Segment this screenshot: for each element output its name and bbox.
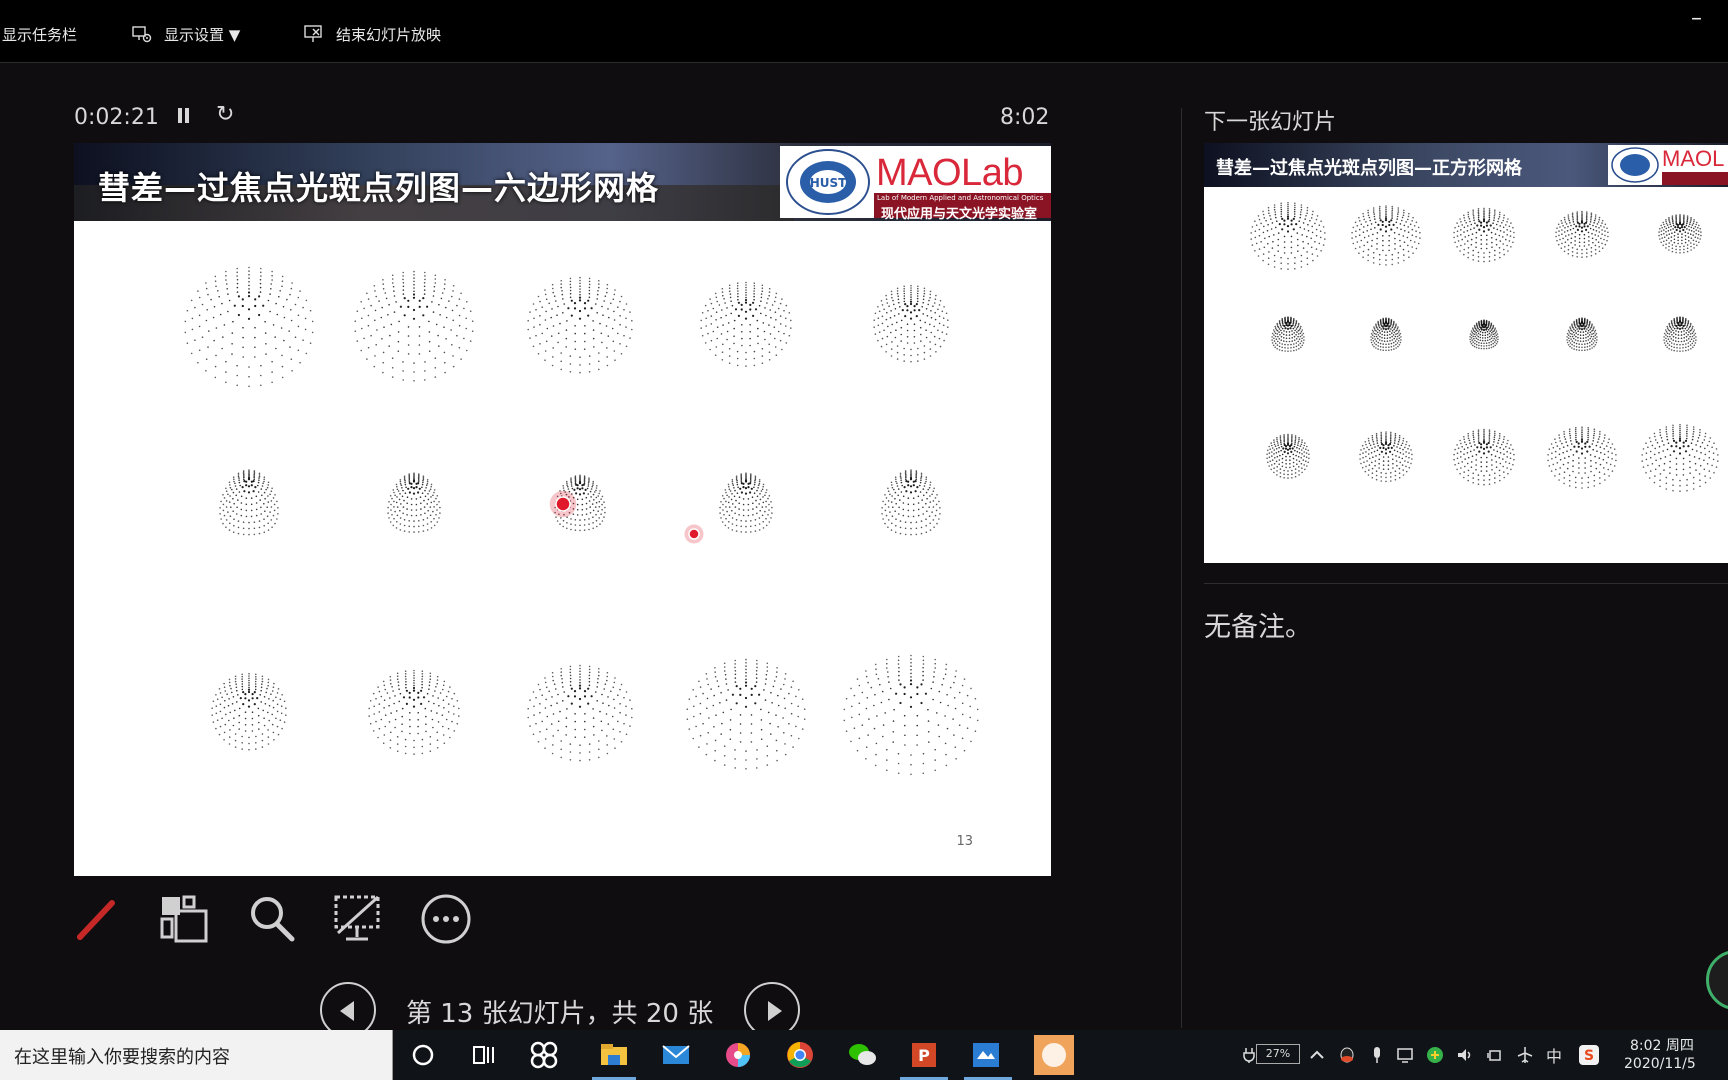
pen-tool-icon[interactable]: [72, 893, 124, 945]
search-placeholder: 在这里输入你要搜索的内容: [14, 1047, 230, 1068]
next-spot-pattern-2-2: [1453, 428, 1515, 486]
show-taskbar-label: 显示任务栏: [2, 25, 78, 44]
spot-pattern-1-3: [719, 472, 773, 533]
laser-pointer-dot: [555, 496, 571, 512]
media-app-icon[interactable]: [1034, 1035, 1074, 1075]
elapsed-timer: 0:02:21: [74, 105, 159, 130]
chrome-icon[interactable]: [784, 1039, 816, 1071]
taskbar-time[interactable]: 8:02 周四: [1630, 1035, 1694, 1055]
next-spot-pattern-0-4: [1658, 214, 1702, 254]
power-plug-icon[interactable]: [1240, 1046, 1258, 1064]
spot-pattern-2-1: [368, 669, 460, 755]
spot-pattern-2-0: [211, 672, 287, 751]
next-spot-pattern-0-2: [1453, 207, 1515, 263]
spot-pattern-0-2: [527, 276, 633, 374]
end-slideshow-label: 结束幻灯片放映: [336, 25, 442, 44]
device-icon[interactable]: [1486, 1046, 1504, 1064]
presenter-toolbar: 显示任务栏 显示设置 ▼ 结束幻灯片放映 –: [0, 0, 1728, 63]
next-slide-preview[interactable]: 彗差—过焦点光斑点列图—正方形网格 MAOL: [1204, 143, 1728, 563]
current-slide[interactable]: 彗差—过焦点光斑点列图—六边形网格 HUST MAOLab Lab of Mod…: [74, 143, 1051, 876]
notes-divider: [1204, 583, 1728, 584]
more-options-icon[interactable]: [420, 893, 472, 945]
task-view-icon[interactable]: [468, 1039, 500, 1071]
pinwheel-app-icon[interactable]: [528, 1039, 560, 1071]
next-spot-pattern-2-3: [1547, 426, 1617, 489]
next-spot-pattern-2-1: [1359, 431, 1413, 483]
speaker-notes: 无备注。: [1204, 612, 1312, 643]
airplane-mode-icon[interactable]: [1516, 1046, 1534, 1064]
minimize-button[interactable]: –: [1691, 6, 1702, 31]
cortana-icon[interactable]: [407, 1039, 439, 1071]
spot-pattern-2-4: [843, 654, 979, 776]
next-spot-pattern-1-2: [1469, 319, 1499, 350]
pause-timer-button[interactable]: [176, 106, 192, 126]
spot-pattern-2-3: [686, 658, 806, 770]
display-settings-label: 显示设置 ▼: [164, 25, 241, 44]
slide-counter: 第 13 张幻灯片，共 20 张: [406, 999, 714, 1029]
slide-page-number: 13: [956, 834, 973, 849]
next-slide-label: 下一张幻灯片: [1204, 110, 1337, 135]
network-app-icon[interactable]: [1426, 1046, 1444, 1064]
next-spot-pattern-2-0: [1266, 433, 1310, 479]
battery-indicator[interactable]: 27%: [1256, 1044, 1300, 1064]
spot-pattern-1-1: [387, 472, 441, 533]
sogou-input-icon[interactable]: S: [1578, 1044, 1600, 1066]
black-screen-icon[interactable]: [332, 893, 384, 945]
next-spot-pattern-0-1: [1351, 205, 1421, 266]
spot-pattern-0-0: [184, 266, 314, 388]
wechat-icon[interactable]: [846, 1039, 878, 1071]
end-slideshow-icon: [304, 25, 322, 42]
spot-pattern-0-1: [354, 270, 474, 382]
restart-timer-icon[interactable]: ↻: [216, 102, 234, 127]
spot-pattern-0-4: [873, 284, 949, 363]
microphone-icon[interactable]: [1368, 1046, 1386, 1064]
color-app-icon[interactable]: [722, 1039, 754, 1071]
end-slideshow-button[interactable]: 结束幻灯片放映: [304, 22, 441, 46]
pane-divider[interactable]: [1181, 108, 1182, 1028]
volume-icon[interactable]: [1456, 1046, 1474, 1064]
next-spot-pattern-0-0: [1250, 201, 1326, 270]
next-spot-pattern-0-3: [1555, 210, 1609, 258]
next-spot-pattern-1-1: [1370, 317, 1402, 352]
next-spot-pattern-2-4: [1641, 423, 1719, 493]
qq-icon[interactable]: [1338, 1046, 1356, 1064]
spot-diagram-grid: [184, 266, 979, 776]
whiteboard-app-icon[interactable]: [970, 1039, 1002, 1071]
taskbar-date[interactable]: 2020/11/5: [1624, 1056, 1696, 1072]
show-taskbar-button[interactable]: 显示任务栏: [2, 22, 77, 46]
next-spot-pattern-1-3: [1566, 317, 1598, 352]
see-all-slides-icon[interactable]: [158, 893, 210, 945]
display-settings-button[interactable]: 显示设置 ▼: [132, 22, 240, 46]
display-settings-icon: [132, 26, 152, 43]
spot-pattern-1-0: [219, 469, 279, 536]
file-explorer-icon[interactable]: [598, 1039, 630, 1071]
next-spot-diagram-grid: [1250, 201, 1719, 493]
show-hidden-icons-icon[interactable]: [1308, 1046, 1326, 1064]
spot-pattern-1-4: [881, 469, 941, 536]
taskbar-search-box[interactable]: 在这里输入你要搜索的内容: [0, 1030, 393, 1080]
ime-indicator[interactable]: 中: [1546, 1043, 1564, 1066]
mail-icon[interactable]: [660, 1039, 692, 1071]
windows-taskbar: 在这里输入你要搜索的内容 P 27% 中 S 8:02 周四 2020/11/5: [0, 1030, 1728, 1080]
spot-pattern-2-2: [527, 664, 633, 762]
next-spot-pattern-1-0: [1271, 316, 1305, 352]
spot-pattern-0-3: [700, 281, 792, 367]
powerpoint-icon[interactable]: P: [908, 1039, 940, 1071]
laser-pointer-dot: [688, 528, 700, 540]
next-spot-pattern-1-4: [1663, 316, 1697, 352]
zoom-icon[interactable]: [246, 893, 298, 945]
screen-capture-icon[interactable]: [1396, 1046, 1414, 1064]
current-time: 8:02: [1000, 105, 1050, 130]
floating-widget[interactable]: [1706, 950, 1728, 1010]
